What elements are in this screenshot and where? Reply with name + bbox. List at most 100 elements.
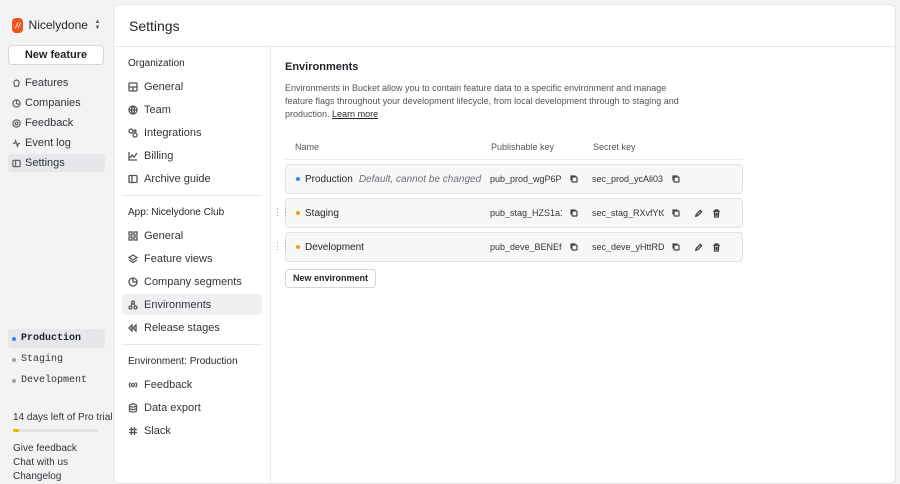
env-item-production[interactable]: Production [8, 329, 105, 348]
bottom-links: Give feedback Chat with us Changelog [13, 442, 77, 484]
copy-icon[interactable] [570, 243, 578, 251]
trash-icon[interactable] [712, 208, 721, 218]
settings-item-feature-views[interactable]: Feature views [122, 248, 262, 269]
env-note: Default, cannot be changed [358, 173, 482, 185]
copy-icon[interactable] [570, 175, 578, 183]
drag-handle-icon[interactable]: ⋮⋮ [273, 208, 290, 217]
settings-item-integrations[interactable]: Integrations [122, 122, 262, 143]
table-row: Production Default, cannot be changed pu… [285, 164, 743, 194]
secret-key: sec_stag_RXvfYtG… [592, 208, 664, 218]
pie-icon [128, 276, 138, 287]
publishable-key-cell: pub_stag_HZS1a1… [490, 208, 592, 218]
settings-item-label: Company segments [144, 275, 242, 288]
settings-item-environments[interactable]: Environments [122, 294, 262, 315]
status-dot [12, 336, 16, 341]
settings-item-company-segments[interactable]: Company segments [122, 271, 262, 292]
nav-item-label: Feedback [25, 117, 74, 129]
event-log-icon [12, 138, 21, 148]
settings-item-env-feedback[interactable]: Feedback [122, 374, 262, 395]
trial-text: 14 days left of Pro trial [13, 412, 113, 423]
column-header-name: Name [295, 142, 320, 152]
env-name-cell: Production Default, cannot be changed [286, 174, 490, 185]
section-title-environment: Environment: Production [128, 356, 238, 367]
settings-item-label: Feedback [144, 378, 193, 391]
table-row: ⋮⋮ Staging pub_stag_HZS1a1… sec_stag_RXv… [273, 198, 743, 228]
trial-progress-fill [13, 429, 20, 432]
env-item-staging[interactable]: Staging [8, 350, 105, 369]
settings-item-billing[interactable]: Billing [122, 145, 262, 166]
section-title: Environments [285, 61, 359, 73]
copy-icon[interactable] [570, 209, 578, 217]
settings-item-archive-guide[interactable]: Archive guide [122, 168, 262, 189]
settings-item-data-export[interactable]: Data export [122, 397, 262, 418]
settings-item-label: Archive guide [144, 172, 211, 185]
drag-handle-icon[interactable]: ⋮⋮ [273, 242, 290, 251]
nav-item-companies[interactable]: Companies [8, 94, 105, 112]
settings-item-team[interactable]: Team [122, 99, 262, 120]
env-name: Development [305, 241, 364, 253]
copy-icon[interactable] [672, 209, 680, 217]
chart-line-icon [128, 151, 138, 161]
nav-item-features[interactable]: Features [8, 74, 105, 92]
nav-item-settings[interactable]: Settings [8, 154, 105, 172]
trial-progress-bar [13, 429, 99, 432]
settings-item-label: Slack [144, 424, 171, 437]
env-item-development[interactable]: Development [8, 371, 105, 390]
settings-item-label: Feature views [144, 252, 213, 265]
env-name: Production [305, 173, 353, 185]
environments-icon [128, 299, 138, 310]
secret-key: sec_prod_ycAli03… [592, 174, 664, 184]
feedback-icon [12, 118, 21, 128]
env-name: Staging [305, 207, 339, 219]
edit-icon[interactable] [694, 243, 703, 252]
slack-icon [129, 426, 137, 435]
trash-icon[interactable] [712, 242, 721, 252]
publishable-key: pub_deve_BENEfd… [490, 242, 562, 252]
org-logo-icon [12, 17, 23, 33]
edit-icon[interactable] [694, 209, 703, 218]
nav-item-event-log[interactable]: Event log [8, 134, 105, 152]
settings-item-label: Team [144, 103, 171, 116]
give-feedback-link[interactable]: Give feedback [13, 442, 77, 456]
publishable-key-cell: pub_prod_wgP6P… [490, 174, 592, 184]
building-icon [128, 81, 138, 92]
settings-nav: Organization General Team Integrations B… [114, 47, 271, 483]
new-feature-button[interactable]: New feature [8, 45, 104, 65]
settings-item-label: General [144, 80, 184, 93]
features-icon [13, 78, 20, 87]
settings-icon [12, 159, 21, 167]
archive-icon [128, 174, 138, 183]
settings-item-slack[interactable]: Slack [122, 420, 262, 441]
settings-item-label: Billing [144, 149, 174, 162]
settings-panel: Settings Organization General Team Integ… [113, 4, 896, 484]
section-title-organization: Organization [128, 58, 185, 69]
learn-more-link[interactable]: Learn more [332, 109, 378, 119]
layers-icon [128, 253, 138, 263]
copy-icon[interactable] [672, 175, 680, 183]
settings-item-label: Integrations [144, 126, 202, 139]
settings-item-app-general[interactable]: General [122, 225, 262, 246]
section-title-app: App: Nicelydone Club [128, 207, 225, 218]
secret-key-cell: sec_deve_yHttRD… [592, 242, 730, 252]
env-name-cell: Staging [286, 208, 490, 219]
column-header-secret: Secret key [593, 142, 636, 152]
chat-with-us-link[interactable]: Chat with us [13, 456, 77, 470]
settings-item-release-stages[interactable]: Release stages [122, 317, 262, 338]
env-item-label: Staging [21, 354, 64, 365]
env-item-label: Production [21, 333, 82, 344]
new-environment-button[interactable]: New environment [285, 269, 377, 288]
row-actions [694, 208, 730, 218]
environments-content: Environments Environments in Bucket allo… [273, 61, 743, 288]
nav-item-label: Companies [25, 97, 81, 109]
changelog-link[interactable]: Changelog [13, 470, 77, 484]
nav-item-label: Settings [25, 157, 65, 169]
table-row: ⋮⋮ Development pub_deve_BENEfd… sec_deve… [273, 232, 743, 262]
settings-item-general[interactable]: General [122, 76, 262, 97]
nav-item-feedback[interactable]: Feedback [8, 114, 105, 132]
org-switcher[interactable]: Nicelydone Club ▲▼ [8, 8, 105, 42]
row-actions [694, 242, 730, 252]
main-nav: Features Companies Feedback Event log Se… [8, 74, 105, 172]
copy-icon[interactable] [672, 243, 680, 251]
settings-item-label: Release stages [144, 321, 220, 334]
environment-switcher: Production Staging Development [8, 329, 105, 392]
